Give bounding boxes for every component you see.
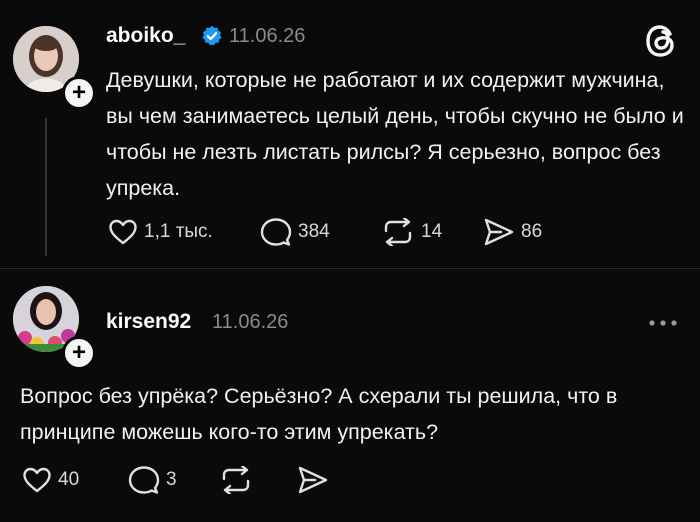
divider <box>0 268 700 269</box>
post-date: 11.06.26 <box>212 311 289 333</box>
repost-icon <box>384 218 412 246</box>
comment-icon <box>260 218 292 246</box>
more-icon[interactable] <box>647 318 679 328</box>
username[interactable]: aboiko_ <box>106 24 185 48</box>
reply-text: Вопрос без упрёка? Серьёзно? А схерали т… <box>20 384 618 444</box>
reply-button[interactable]: 384 <box>260 217 330 247</box>
comment-icon <box>128 466 160 494</box>
like-button[interactable]: 40 <box>22 466 79 494</box>
post-text: Девушки, которые не работают и их содерж… <box>106 68 684 200</box>
threads-logo-icon[interactable] <box>643 22 679 60</box>
send-icon <box>484 218 514 246</box>
repost-icon <box>222 466 250 494</box>
heart-icon <box>23 467 51 493</box>
share-button[interactable] <box>297 465 329 495</box>
share-count: 86 <box>521 221 543 242</box>
send-icon <box>298 466 328 494</box>
repost-count: 14 <box>421 221 443 242</box>
repost-button[interactable] <box>219 466 253 494</box>
reply-button[interactable]: 3 <box>128 465 177 495</box>
heart-icon <box>109 219 137 245</box>
thread-line <box>45 118 47 256</box>
post-kirsen92: + kirsen92 11.06.26 Вопрос без упрёка? С… <box>0 270 700 522</box>
like-count: 40 <box>58 469 80 490</box>
reply-count: 384 <box>298 221 330 242</box>
post-aboiko: + aboiko_ 11.06.26 Девушки, которые не р… <box>0 0 700 270</box>
share-button[interactable]: 86 <box>483 217 542 247</box>
follow-button[interactable]: + <box>62 336 96 370</box>
like-button[interactable]: 1,1 тыс. <box>108 218 213 246</box>
reply-count: 3 <box>166 469 177 490</box>
verified-badge-icon <box>202 25 222 46</box>
like-count: 1,1 тыс. <box>144 221 213 242</box>
post-date: 11.06.26 <box>229 25 306 47</box>
username[interactable]: kirsen92 <box>106 310 191 334</box>
repost-button[interactable]: 14 <box>381 218 442 246</box>
follow-button[interactable]: + <box>62 76 96 110</box>
